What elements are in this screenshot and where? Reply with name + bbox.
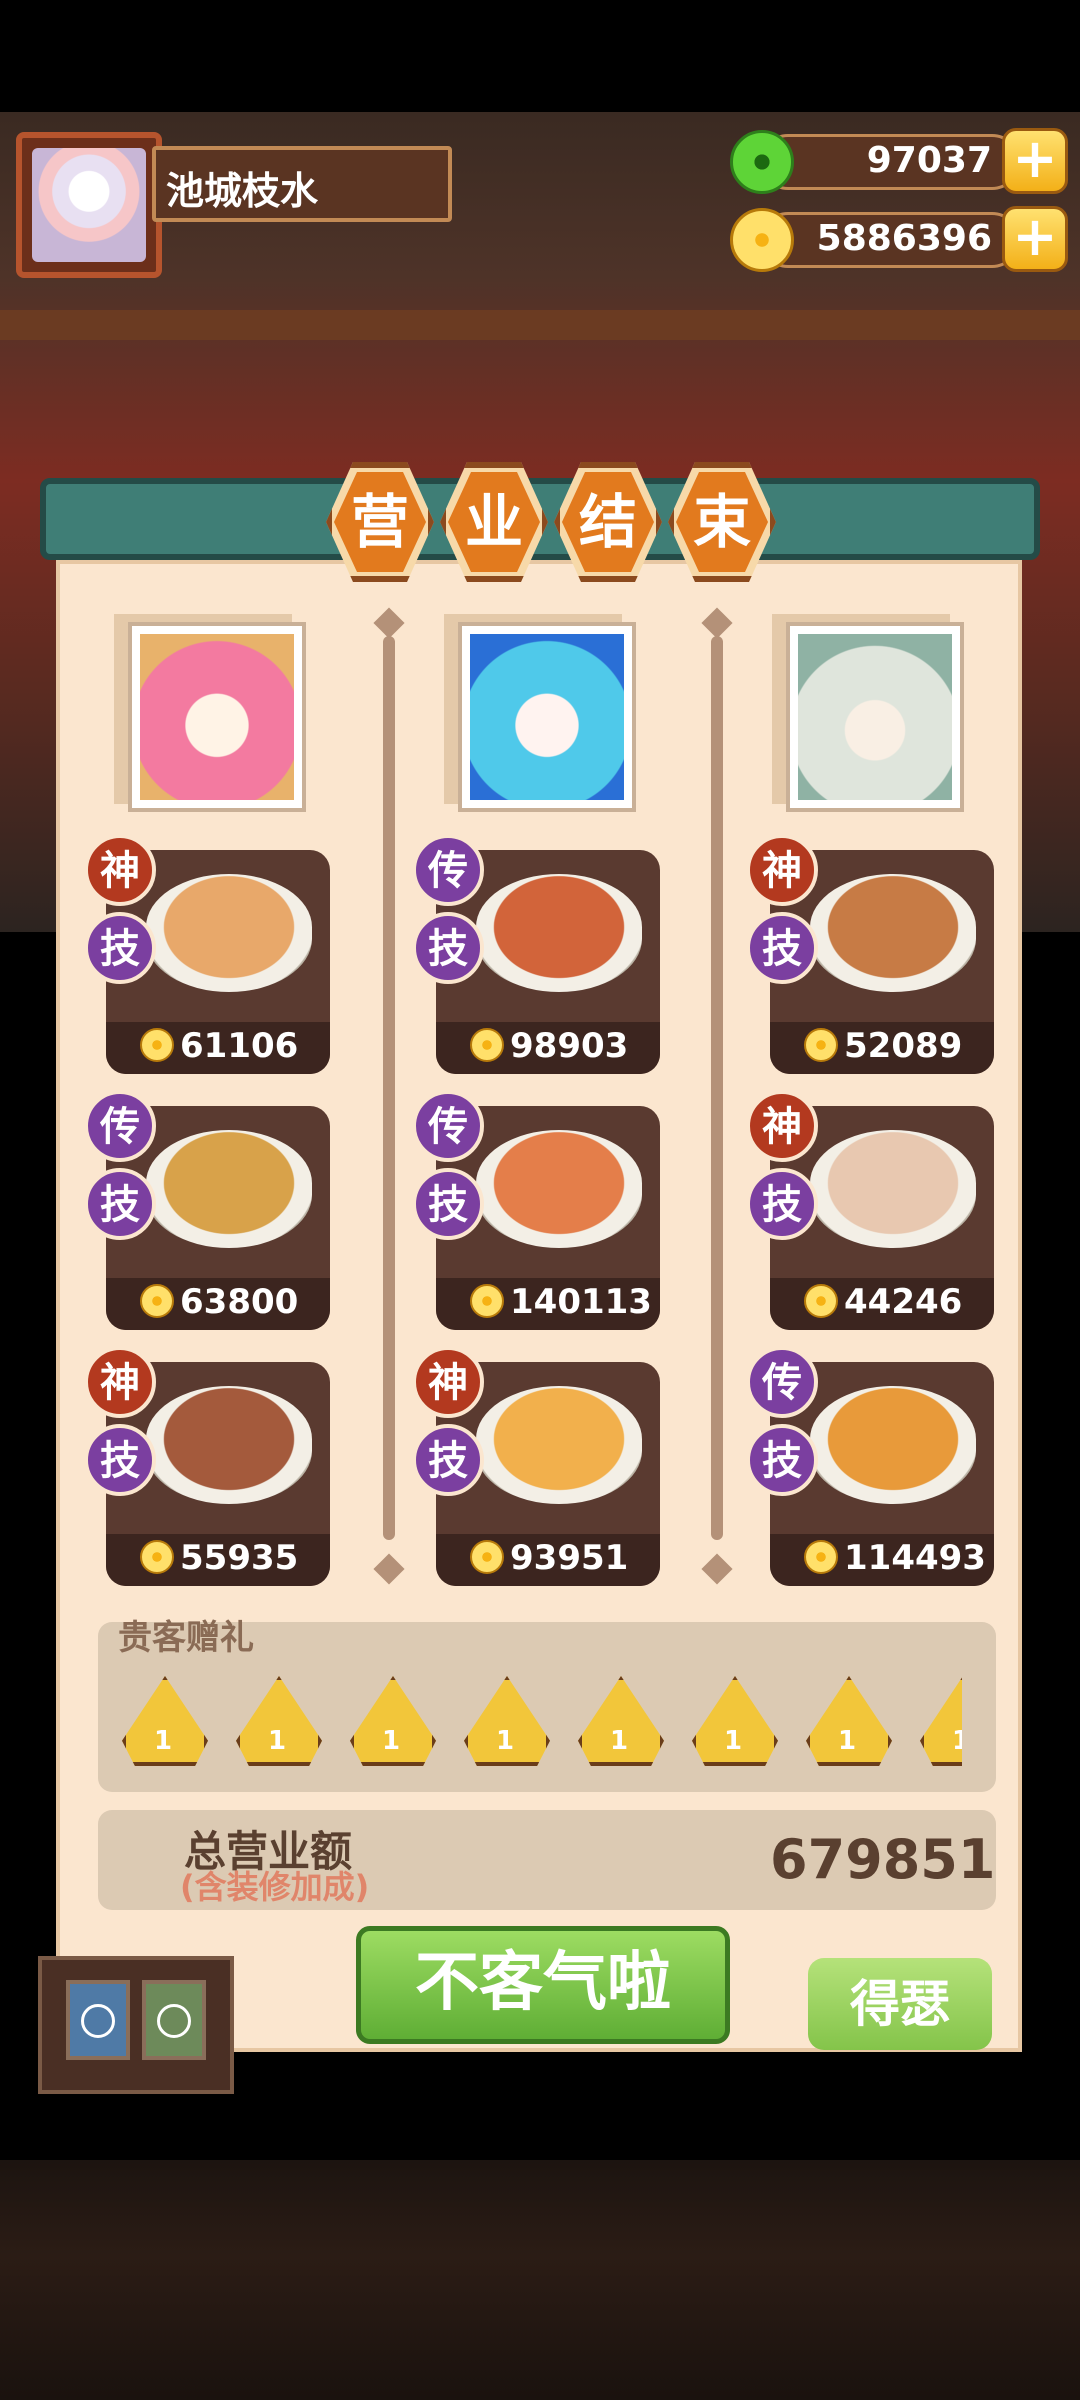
background-beam bbox=[0, 310, 1080, 340]
gift-item[interactable]: 1 bbox=[350, 1676, 436, 1766]
total-revenue-value: 679851 bbox=[770, 1828, 996, 1891]
gift-item[interactable]: 1 bbox=[920, 1676, 962, 1766]
show-off-button[interactable]: 得瑟 bbox=[808, 1958, 992, 2050]
total-revenue-note: (含装修加成) bbox=[180, 1868, 370, 1906]
title-char: 束 bbox=[676, 472, 768, 572]
gift-count: 1 bbox=[952, 1726, 962, 1756]
add-jade-button[interactable]: + bbox=[1002, 128, 1068, 194]
skill-badge: 技 bbox=[412, 912, 484, 984]
jade-icon bbox=[730, 130, 794, 194]
coin-icon bbox=[470, 1540, 504, 1574]
gift-item[interactable]: 1 bbox=[122, 1676, 208, 1766]
skill-badge: 技 bbox=[84, 1168, 156, 1240]
gift-count: 1 bbox=[382, 1726, 401, 1756]
coin-count: 5886396 bbox=[816, 218, 992, 259]
column-divider bbox=[711, 636, 723, 1540]
title-char: 结 bbox=[562, 472, 654, 572]
chef-portrait[interactable] bbox=[786, 622, 964, 812]
chef-portrait[interactable] bbox=[128, 622, 306, 812]
grade-badge: 神 bbox=[746, 834, 818, 906]
grade-badge: 传 bbox=[412, 1090, 484, 1162]
grade-badge: 神 bbox=[412, 1346, 484, 1418]
dish-image bbox=[476, 1386, 642, 1504]
floor-background bbox=[0, 2160, 1080, 2400]
dish-price: 52089 bbox=[844, 1026, 963, 1066]
coin-icon bbox=[730, 208, 794, 272]
gift-count: 1 bbox=[496, 1726, 515, 1756]
tool-button[interactable] bbox=[142, 1980, 206, 2060]
skill-badge: 技 bbox=[412, 1424, 484, 1496]
grade-badge: 神 bbox=[746, 1090, 818, 1162]
dish-price: 93951 bbox=[510, 1538, 629, 1578]
coin-icon bbox=[804, 1540, 838, 1574]
dish-image bbox=[146, 1130, 312, 1248]
dish-price: 114493 bbox=[844, 1538, 986, 1578]
coin-icon bbox=[470, 1284, 504, 1318]
coin-icon bbox=[140, 1028, 174, 1062]
gift-count: 1 bbox=[838, 1726, 857, 1756]
avatar[interactable] bbox=[32, 148, 146, 262]
skill-badge: 技 bbox=[412, 1168, 484, 1240]
dish-image bbox=[810, 874, 976, 992]
dish-image bbox=[146, 874, 312, 992]
title-char: 业 bbox=[448, 472, 540, 572]
gift-count: 1 bbox=[610, 1726, 629, 1756]
dish-image bbox=[476, 874, 642, 992]
tool-button[interactable] bbox=[66, 1980, 130, 2060]
jade-count: 97037 bbox=[866, 140, 992, 181]
coin-icon bbox=[804, 1028, 838, 1062]
skill-badge: 技 bbox=[84, 912, 156, 984]
dish-image bbox=[810, 1386, 976, 1504]
gift-item[interactable]: 1 bbox=[578, 1676, 664, 1766]
dish-price: 61106 bbox=[180, 1026, 299, 1066]
gift-item[interactable]: 1 bbox=[464, 1676, 550, 1766]
gift-count: 1 bbox=[268, 1726, 287, 1756]
skill-badge: 技 bbox=[84, 1424, 156, 1496]
confirm-button[interactable]: 不客气啦 bbox=[356, 1926, 730, 2044]
grade-badge: 传 bbox=[412, 834, 484, 906]
dish-image bbox=[476, 1130, 642, 1248]
player-name: 池城枝水 bbox=[166, 169, 319, 213]
dish-price: 98903 bbox=[510, 1026, 629, 1066]
dish-image bbox=[810, 1130, 976, 1248]
gift-count: 1 bbox=[154, 1726, 173, 1756]
chef-image bbox=[470, 634, 624, 800]
chef-image bbox=[798, 634, 952, 800]
grade-badge: 传 bbox=[84, 1090, 156, 1162]
chef-portrait[interactable] bbox=[458, 622, 636, 812]
skill-badge: 技 bbox=[746, 1168, 818, 1240]
coin-icon bbox=[804, 1284, 838, 1318]
dish-price: 44246 bbox=[844, 1282, 963, 1322]
gift-count: 1 bbox=[724, 1726, 743, 1756]
coin-icon bbox=[140, 1284, 174, 1318]
grade-badge: 神 bbox=[84, 834, 156, 906]
camera-icon bbox=[81, 2004, 115, 2038]
coin-icon bbox=[140, 1540, 174, 1574]
add-coins-button[interactable]: + bbox=[1002, 206, 1068, 272]
title-char: 营 bbox=[334, 472, 426, 572]
grade-badge: 传 bbox=[746, 1346, 818, 1418]
gift-item[interactable]: 1 bbox=[806, 1676, 892, 1766]
grade-badge: 神 bbox=[84, 1346, 156, 1418]
coin-icon bbox=[470, 1028, 504, 1062]
skill-badge: 技 bbox=[746, 912, 818, 984]
dish-price: 63800 bbox=[180, 1282, 299, 1322]
dish-price: 140113 bbox=[510, 1282, 652, 1322]
column-divider bbox=[383, 636, 395, 1540]
gift-item[interactable]: 1 bbox=[236, 1676, 322, 1766]
skill-badge: 技 bbox=[746, 1424, 818, 1496]
dish-price: 55935 bbox=[180, 1538, 299, 1578]
gift-item[interactable]: 1 bbox=[692, 1676, 778, 1766]
dish-image bbox=[146, 1386, 312, 1504]
gift-title: 贵客赠礼 bbox=[118, 1618, 254, 1658]
chef-image bbox=[140, 634, 294, 800]
camera-icon bbox=[157, 2004, 191, 2038]
